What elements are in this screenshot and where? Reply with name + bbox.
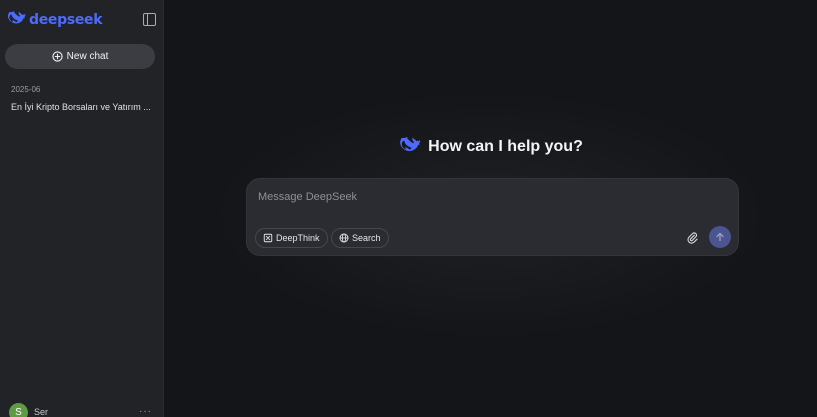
- deepthink-button[interactable]: DeepThink: [255, 228, 328, 248]
- plus-circle-icon: [52, 51, 63, 62]
- history-item[interactable]: En İyi Kripto Borsaları ve Yatırım ...: [11, 102, 154, 112]
- brand-logo[interactable]: deepseek: [8, 11, 103, 28]
- avatar: S: [9, 402, 28, 417]
- greeting: How can I help you?: [165, 137, 817, 156]
- sidebar: deepseek New chat 2025-06 En İyi Kripto …: [0, 0, 164, 417]
- search-button[interactable]: Search: [331, 228, 389, 248]
- history-date-label: 2025-06: [11, 85, 41, 94]
- main-area: How can I help you? DeepThink Search: [165, 0, 817, 417]
- user-profile[interactable]: S Ser ···: [9, 402, 159, 417]
- search-label: Search: [352, 233, 381, 243]
- arrow-up-icon: [716, 232, 724, 242]
- brand-name: deepseek: [29, 11, 103, 28]
- send-button[interactable]: [709, 226, 731, 248]
- more-icon[interactable]: ···: [139, 406, 152, 417]
- message-input[interactable]: [258, 189, 698, 205]
- deepthink-icon: [263, 233, 273, 243]
- new-chat-button[interactable]: New chat: [5, 44, 155, 69]
- greeting-title: How can I help you?: [428, 137, 583, 155]
- message-composer: DeepThink Search: [246, 178, 739, 256]
- whale-logo-icon: [8, 11, 26, 24]
- whale-logo-icon: [400, 137, 421, 152]
- sidebar-toggle-icon[interactable]: [143, 13, 156, 26]
- new-chat-label: New chat: [66, 51, 109, 62]
- user-name: Ser: [34, 407, 49, 417]
- globe-icon: [339, 233, 349, 243]
- deepthink-label: DeepThink: [276, 233, 320, 243]
- paperclip-icon[interactable]: [686, 231, 698, 244]
